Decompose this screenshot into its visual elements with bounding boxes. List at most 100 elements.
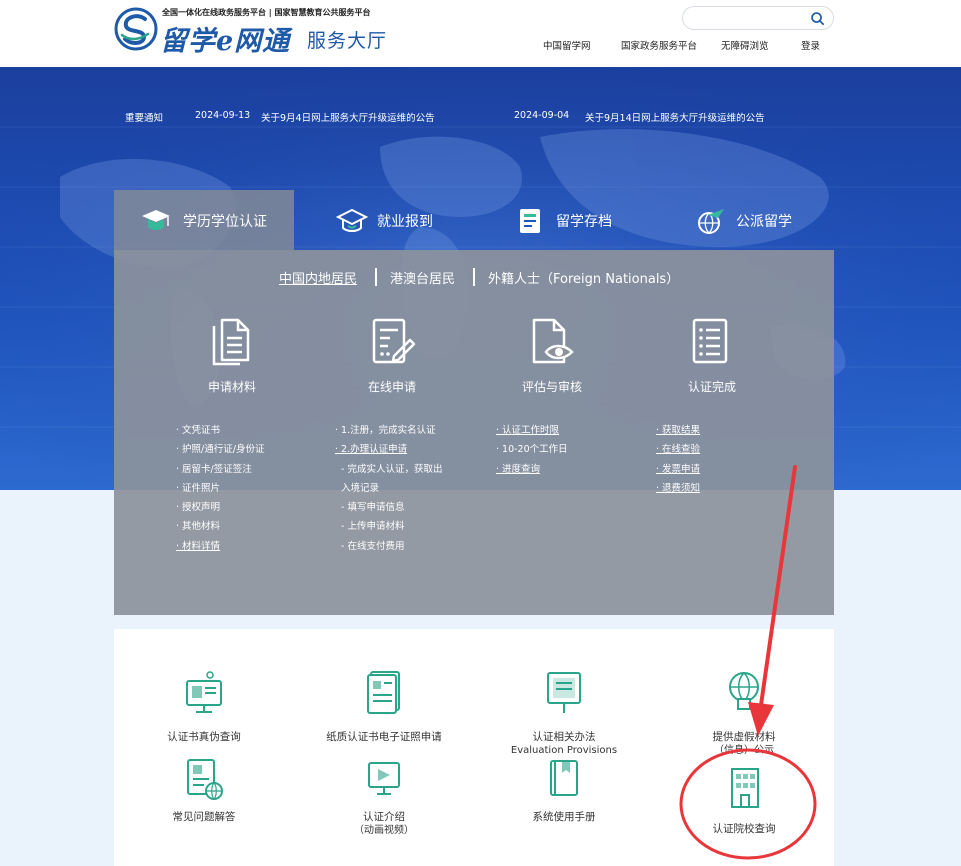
globe-person-icon [729,672,759,710]
search-icon[interactable] [810,11,825,26]
nav-link-login[interactable]: 登录 [801,38,820,52]
step-label: 认证完成 [687,380,736,394]
nav-link-gov-service[interactable]: 国家政务服务平台 [621,38,697,52]
notice-date: 2024-09-04 [514,110,570,121]
step-online-application: 在线申请 [332,316,452,396]
list-item: 入境记录 [341,482,380,494]
list-item: · 10-20个工作日 [496,444,568,456]
form-edit-icon [372,318,416,364]
list-item: - 填写申请信息 [341,502,405,514]
archive-icon [520,209,540,233]
list-item: · 1.注册，完成实名认证 [335,425,436,436]
tab-government-sponsored[interactable]: 公派留学 [654,190,834,250]
board-document-icon [547,672,581,713]
service-tabs: 学历学位认证 就业报到 留学存档 公派留学 [114,190,834,250]
progress-query-link[interactable]: · 进度查询 [496,461,568,480]
checklist-icon [692,318,728,364]
step-online-list: · 1.注册，完成实名认证 · 2.办理认证申请 - 完成实人认证，获取出 入境… [335,422,442,557]
resident-tab-hk-macao-taiwan[interactable]: 港澳台居民 [390,268,455,287]
resident-tab-divider [375,268,377,286]
service-label: 提供虚假材料 [712,731,776,743]
document-eye-icon [532,318,574,364]
nav-link-accessibility[interactable]: 无障碍浏览 [721,38,769,52]
service-label: 认证相关办法 [532,731,596,743]
step-evaluation-review: 评估与审核 [492,316,612,396]
video-presentation-icon [368,762,400,795]
tab-study-archive[interactable]: 留学存档 [474,190,654,250]
step-verification-complete: 认证完成 [652,316,772,396]
list-item: · 授权声明 [176,502,221,514]
service-label: 认证院校查询 [712,823,776,835]
search-input[interactable] [693,10,808,26]
manual-book-icon [550,760,578,796]
service-false-materials-notice[interactable]: 提供虚假材料 （信息）公示 [664,669,824,757]
school-building-icon [731,768,759,808]
step-materials-list: · 文凭证书 · 护照/通行证/身份证 · 居留卡/签证签注 · 证件照片 · … [176,422,264,557]
tab-label: 就业报到 [377,214,433,230]
list-item: - 上传申请材料 [341,521,405,533]
step-label: 在线申请 [367,380,416,394]
tab-employment-report[interactable]: 就业报到 [294,190,474,250]
degree-verification-panel: 中国内地居民 港澳台居民 外籍人士（Foreign Nationals） 申请材… [114,250,834,615]
materials-details-link[interactable]: · 材料详情 [176,538,264,557]
online-check-link[interactable]: · 在线查验 [656,441,700,460]
computer-certificate-icon [186,671,222,713]
list-item: · 证件照片 [176,482,221,494]
list-item: - 完成实人认证，获取出 [341,463,443,475]
list-item: · 护照/通行证/身份证 [176,444,265,456]
graduation-cap-icon [142,210,170,230]
step-label: 评估与审核 [521,380,582,394]
notice-date: 2024-09-13 [195,110,251,121]
list-item: · 居留卡/签证签注 [176,463,252,475]
service-label: 认证书真伪查询 [167,731,241,743]
service-sublabel: （动画视频） [354,825,414,836]
service-label: 常见问题解答 [172,811,236,823]
list-item: · 文凭证书 [176,425,221,436]
site-header: 全国一体化在线政务服务平台 | 国家智慧教育公共服务平台 留学e网通 服务大厅 … [0,0,961,67]
resident-type-tabs: 中国内地居民 港澳台居民 外籍人士（Foreign Nationals） [114,268,834,288]
time-limit-link[interactable]: · 认证工作时限 [496,422,568,441]
step-review-list: · 认证工作时限 · 10-20个工作日 · 进度查询 [496,422,568,480]
step-application-materials: 申请材料 [172,316,292,396]
invoice-request-link[interactable]: · 发票申请 [656,461,700,480]
step-complete-list: · 获取结果 · 在线查验 · 发票申请 · 退费须知 [656,422,700,499]
services-card: 认证书真伪查询 纸质认证书电子证照申请 认证相关办法 Evaluation Pr… [114,629,834,866]
get-result-link[interactable]: · 获取结果 [656,422,700,441]
tab-label: 公派留学 [736,214,792,230]
service-system-manual[interactable]: 系统使用手册 [484,757,644,824]
resident-tab-foreign[interactable]: 外籍人士（Foreign Nationals） [488,268,679,287]
notice-link[interactable]: 关于9月14日网上服务大厅升级运维的公告 [585,110,765,124]
step-label: 申请材料 [207,380,256,394]
service-evaluation-provisions[interactable]: 认证相关办法 Evaluation Provisions [484,669,644,757]
service-sublabel: （信息）公示 [714,745,774,756]
resident-tab-mainland[interactable]: 中国内地居民 [279,268,357,287]
list-item: - 在线支付费用 [341,540,405,552]
faq-document-icon [187,759,223,800]
documents-icon [212,318,250,366]
notice-label: 重要通知 [125,113,164,124]
service-label: 纸质认证书电子证照申请 [326,731,442,743]
notice-link[interactable]: 关于9月4日网上服务大厅升级运维的公告 [261,110,435,124]
service-paper-certificate-e-license[interactable]: 纸质认证书电子证照申请 [304,669,464,744]
service-certificate-authenticity-query[interactable]: 认证书真伪查询 [124,669,284,744]
service-label: 系统使用手册 [532,811,596,823]
tab-label: 学历学位认证 [183,214,267,230]
nav-link-cscse[interactable]: 中国留学网 [543,38,591,52]
mortarboard-icon [336,208,368,232]
tab-degree-verification[interactable]: 学历学位认证 [114,190,294,250]
service-sublabel: Evaluation Provisions [510,745,618,756]
tab-label: 留学存档 [556,214,612,230]
plane-globe-icon [698,209,724,234]
top-nav: 中国留学网 国家政务服务平台 无障碍浏览 登录 [0,38,961,52]
logo-tagline: 全国一体化在线政务服务平台 | 国家智慧教育公共服务平台 [162,8,371,17]
refund-notice-link[interactable]: · 退费须知 [656,480,700,499]
notice-bar: 重要通知 2024-09-13 关于9月4日网上服务大厅升级运维的公告 2024… [125,110,845,124]
service-label: 认证介绍 [363,811,405,823]
list-item: · 其他材料 [176,521,221,533]
service-verification-intro-video[interactable]: 认证介绍 （动画视频） [304,757,464,837]
search-box [682,6,834,30]
service-faq[interactable]: 常见问题解答 [124,757,284,824]
document-certificate-icon [367,671,400,714]
service-recognized-school-query[interactable]: 认证院校查询 [664,765,824,836]
apply-verification-link[interactable]: · 2.办理认证申请 [335,441,442,460]
